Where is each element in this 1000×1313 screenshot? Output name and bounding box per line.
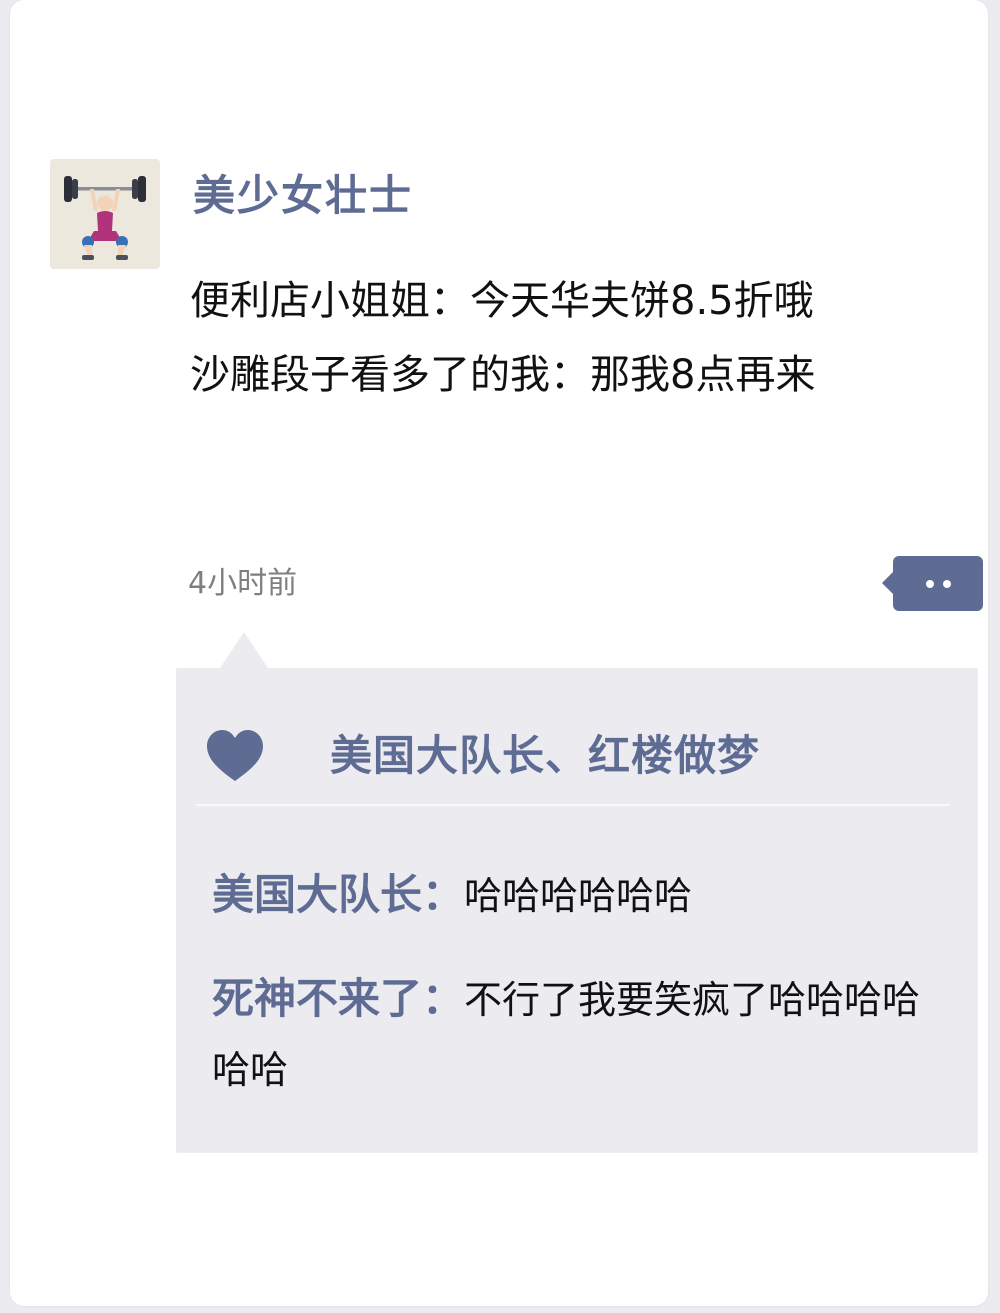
post-timestamp: 4小时前 xyxy=(188,566,298,601)
comment-text: 哈哈哈哈哈哈 xyxy=(464,874,693,918)
comment-item[interactable]: 美国大队长：哈哈哈哈哈哈 xyxy=(212,860,932,931)
comment-author[interactable]: 美国大队长： xyxy=(212,870,464,919)
interaction-panel: 美国大队长、红楼做梦 美国大队长：哈哈哈哈哈哈 死神不来了：不行了我要笑疯了哈哈… xyxy=(176,632,978,1153)
more-actions-button[interactable] xyxy=(882,556,983,611)
post-text-line: 沙雕段子看多了的我：那我8点再来 xyxy=(190,352,816,398)
ellipsis-icon xyxy=(943,580,951,588)
comment-item[interactable]: 死神不来了：不行了我要笑疯了哈哈哈哈哈哈 xyxy=(212,964,932,1105)
heart-icon xyxy=(207,730,263,781)
comment-author[interactable]: 死神不来了： xyxy=(212,974,464,1023)
liked-by-names[interactable]: 美国大队长、红楼做梦 xyxy=(330,724,760,788)
divider xyxy=(196,804,950,806)
post-content: 便利店小姐姐：今天华夫饼8.5折哦 沙雕段子看多了的我：那我8点再来 xyxy=(190,264,970,412)
weightlifting-woman-icon xyxy=(64,176,146,260)
likes-row: 美国大队长、红楼做梦 xyxy=(206,724,966,788)
moment-card: 美少女壮士 便利店小姐姐：今天华夫饼8.5折哦 沙雕段子看多了的我：那我8点再来… xyxy=(10,0,988,1306)
ellipsis-icon xyxy=(926,580,934,588)
author-name[interactable]: 美少女壮士 xyxy=(193,166,413,226)
post-text-line: 便利店小姐姐：今天华夫饼8.5折哦 xyxy=(190,278,814,324)
avatar[interactable] xyxy=(50,159,160,269)
